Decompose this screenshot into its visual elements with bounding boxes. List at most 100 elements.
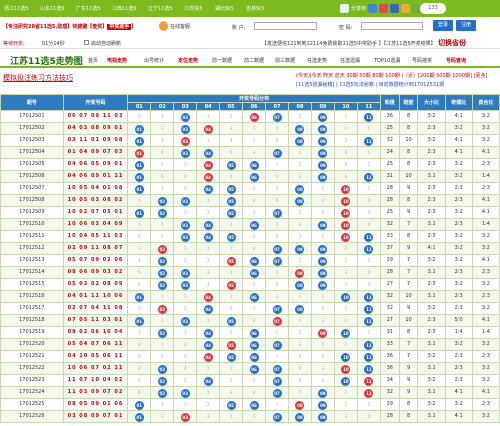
issue-cell: 17012516 xyxy=(0,290,64,303)
distribution-cell: 3 xyxy=(310,206,335,219)
login-button[interactable]: 登录 xyxy=(433,20,453,31)
distribution-cell: 06 xyxy=(242,338,267,351)
distribution-cell: 1 xyxy=(173,326,198,339)
switch-province-link[interactable]: 切换省份 xyxy=(438,38,466,48)
draw-code-cell: 05 04 07 06 11 xyxy=(62,338,129,351)
number-ball: 06 xyxy=(249,352,259,362)
draw-code-cell: 05 07 09 02 06 xyxy=(62,254,129,267)
prime-composite-cell: 2:3 xyxy=(471,398,500,411)
menu-item-number-query[interactable]: 号码查询 xyxy=(446,57,466,64)
distribution-cell: 1 xyxy=(356,254,381,267)
menu-item-lottery-draw[interactable]: 号码摇奖 xyxy=(412,57,432,64)
distribution-cell: 07 xyxy=(265,242,289,255)
renren-icon[interactable] xyxy=(401,4,411,13)
big-small-cell: 3:2 xyxy=(417,374,446,387)
odd-even-cell: 3:2 xyxy=(444,242,473,255)
distribution-cell: 2 xyxy=(150,410,175,423)
nav-link-liaoning[interactable]: 辽宁11选5 xyxy=(148,5,173,12)
distribution-cell: 2 xyxy=(150,350,175,363)
distribution-cell: 5 xyxy=(333,158,358,171)
distribution-cell: 1 xyxy=(150,290,175,303)
distribution-cell: 07 xyxy=(265,314,289,327)
distribution-cell: 2 xyxy=(242,194,267,207)
number-ball: 03 xyxy=(180,280,190,290)
distribution-cell: 4 xyxy=(333,278,358,291)
menu-item-tv-trend[interactable]: 电视走势 xyxy=(107,57,127,64)
nav-link-jiangsu-k3[interactable]: 江苏快3 xyxy=(184,5,202,12)
nav-link-shandong[interactable]: 山东11选5 xyxy=(40,5,65,12)
sms-notice[interactable]: 【发送便信121到到12114免费获取11选5中奖助手 】【江苏11选5开奖结果… xyxy=(262,40,436,47)
promo-assistant-link[interactable]: 中奖助手 xyxy=(107,24,132,30)
number-ball: 09 xyxy=(318,136,328,146)
distribution-cell: 1 xyxy=(310,290,335,303)
share-label[interactable]: 分享到 xyxy=(351,5,366,12)
odd-even-cell: 4:1 xyxy=(444,146,473,159)
table-row: 17012502 04 03 08 09 01 01 2 03 04 3 1 1 08 09 2 1 25… xyxy=(0,122,500,135)
distribution-cell: 11 xyxy=(356,302,381,315)
distribution-cell: 6 xyxy=(150,170,175,183)
issue-cell: 17012503 xyxy=(0,134,64,147)
issue-cell: 17012514 xyxy=(0,266,64,279)
big-small-cell: 3:2 xyxy=(417,170,446,183)
auto-refresh-checkbox[interactable] xyxy=(84,40,89,45)
menu-item-any-trend[interactable]: 任选走势 xyxy=(307,57,327,64)
number-ball: 08 xyxy=(295,184,305,194)
distribution-cell: 2 xyxy=(356,410,381,423)
menu-item-any-miss[interactable]: 任选遗漏 xyxy=(340,57,360,64)
menu-item-home[interactable]: 首页 xyxy=(88,57,98,64)
sum-cell: 27 xyxy=(379,278,400,291)
number-ball: 03 xyxy=(180,316,190,326)
distribution-cell: 3 xyxy=(127,242,152,255)
sum-cell: 24 xyxy=(379,146,400,159)
menu-item-position-trend[interactable]: 定位走势 xyxy=(178,57,198,64)
practice-guide-link[interactable]: 模拟投注练习方法技巧 xyxy=(3,73,73,83)
period-range-links[interactable]: (今天)|今天 昨天 前天 30期 50期 80期 100期 |（近）[200期… xyxy=(296,72,487,79)
tencent-weibo-icon[interactable] xyxy=(390,4,400,13)
menu-item-number-stats[interactable]: 出号统计 xyxy=(144,57,164,64)
distribution-cell: 2 xyxy=(127,230,152,243)
distribution-cell: 04 xyxy=(196,158,221,171)
menu-item-front1[interactable]: 前一数据 xyxy=(212,57,232,64)
distribution-cell: 2 xyxy=(242,386,267,399)
distribution-cell: 3 xyxy=(265,182,289,195)
qzone-icon[interactable] xyxy=(368,4,378,13)
distribution-cell: 08 xyxy=(288,398,312,411)
menu-item-front2[interactable]: 前二数据 xyxy=(244,57,264,64)
number-ball: 03 xyxy=(180,148,190,158)
distribution-cell: 06 xyxy=(242,350,267,363)
weibo-icon[interactable] xyxy=(379,4,389,13)
number-ball: 09 xyxy=(318,328,328,338)
number-ball: 11 xyxy=(364,376,374,386)
draw-code-cell: 10 04 05 11 03 xyxy=(62,230,129,243)
distribution-cell: 05 xyxy=(219,158,244,171)
big-small-cell: 3:2 xyxy=(417,134,446,147)
share-plus-icon[interactable] xyxy=(340,4,349,13)
sum-cell: 32 xyxy=(379,302,400,315)
number-ball: 01 xyxy=(134,184,144,194)
distribution-cell: 5 xyxy=(173,374,198,387)
draw-code-cell: 04 03 08 09 01 xyxy=(62,122,129,135)
distribution-cell: 1 xyxy=(333,110,358,123)
nav-link-zhejiang[interactable]: 浙江11选5 xyxy=(4,5,29,12)
distribution-cell: 1 xyxy=(173,158,198,171)
table-row: 17012514 08 06 09 03 02 5 02 03 3 1 06 1 08 09 3 2 28… xyxy=(0,266,500,279)
tips-links[interactable]: [11选5遗漏秘籍] | 11选5玩法秘籍 | 目前数据统计到17012531期 xyxy=(296,81,444,88)
distribution-cell: 10 xyxy=(333,230,358,243)
number-header: 09 xyxy=(310,102,335,111)
nav-link-hubei-k3[interactable]: 湖北快3 xyxy=(215,5,233,12)
distribution-cell: 6 xyxy=(333,170,358,183)
password-input[interactable] xyxy=(361,22,423,30)
menu-item-front3[interactable]: 前三数据 xyxy=(275,57,295,64)
account-input[interactable] xyxy=(254,22,317,30)
sum-cell: 32 xyxy=(379,134,400,147)
nav-link-jilin-k3[interactable]: 吉林快3 xyxy=(246,5,264,12)
number-ball: 01 xyxy=(134,208,144,218)
nav-link-jiangxi[interactable]: 江西11选5 xyxy=(112,5,137,12)
nav-link-guangdong[interactable]: 广东11选5 xyxy=(76,5,101,12)
promo-prefix: 【专注研究 xyxy=(3,24,29,30)
menu-item-top10[interactable]: TOP10遗漏 xyxy=(374,57,400,64)
auto-refresh-label[interactable]: 启动自动刷新 xyxy=(91,40,121,47)
register-button[interactable]: 注册 xyxy=(456,20,476,31)
online-support[interactable]: 在线客服 xyxy=(159,21,190,31)
distribution-cell: 05 xyxy=(219,278,244,291)
